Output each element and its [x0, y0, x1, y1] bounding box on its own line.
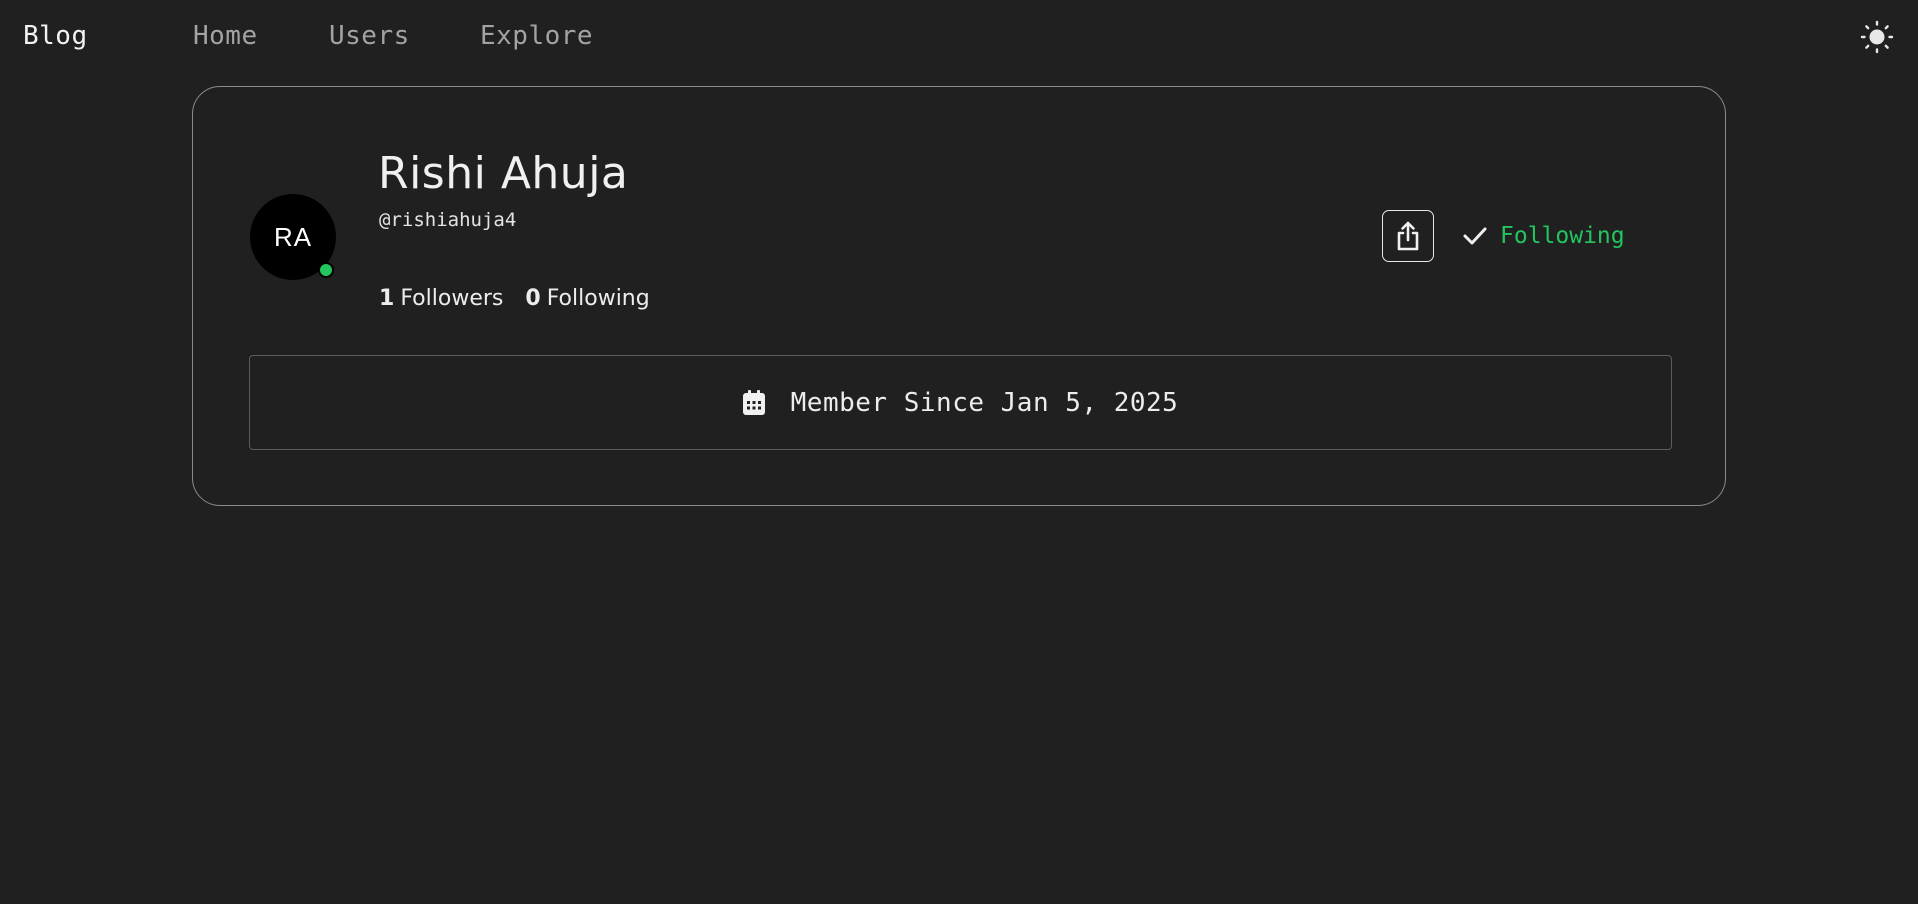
- following-toggle-button[interactable]: Following: [1462, 218, 1625, 254]
- profile-name: Rishi Ahuja: [378, 148, 629, 199]
- avatar-initials: RA: [273, 221, 313, 252]
- share-icon: [1397, 221, 1419, 251]
- brand-link[interactable]: Blog: [23, 21, 88, 51]
- theme-toggle-button[interactable]: [1860, 20, 1894, 54]
- calendar-icon: [742, 390, 765, 415]
- avatar: RA: [250, 194, 336, 280]
- nav-link-home[interactable]: Home: [193, 21, 258, 51]
- online-status-dot: [318, 262, 334, 278]
- nav-link-users[interactable]: Users: [329, 21, 410, 51]
- member-since-box: Member Since Jan 5, 2025: [249, 355, 1672, 450]
- profile-handle: @rishiahuja4: [379, 209, 517, 231]
- share-button[interactable]: [1382, 210, 1434, 262]
- following-count: 0: [525, 286, 541, 311]
- member-since-text: Member Since Jan 5, 2025: [790, 387, 1179, 418]
- following-stat[interactable]: 0 Following: [525, 286, 649, 311]
- check-icon: [1463, 227, 1487, 245]
- followers-label: Followers: [400, 286, 504, 311]
- followers-count: 1: [379, 286, 395, 311]
- profile-stats: 1 Followers 0 Following: [379, 286, 650, 311]
- profile-card: RA Rishi Ahuja @rishiahuja4 1 Followers 0…: [192, 86, 1726, 506]
- nav-link-explore[interactable]: Explore: [480, 21, 593, 51]
- sun-icon: [1860, 20, 1894, 54]
- following-label: Following: [546, 286, 650, 311]
- top-nav: Blog Home Users Explore: [0, 0, 1918, 74]
- following-button-label: Following: [1500, 223, 1625, 249]
- followers-stat[interactable]: 1 Followers: [379, 286, 503, 311]
